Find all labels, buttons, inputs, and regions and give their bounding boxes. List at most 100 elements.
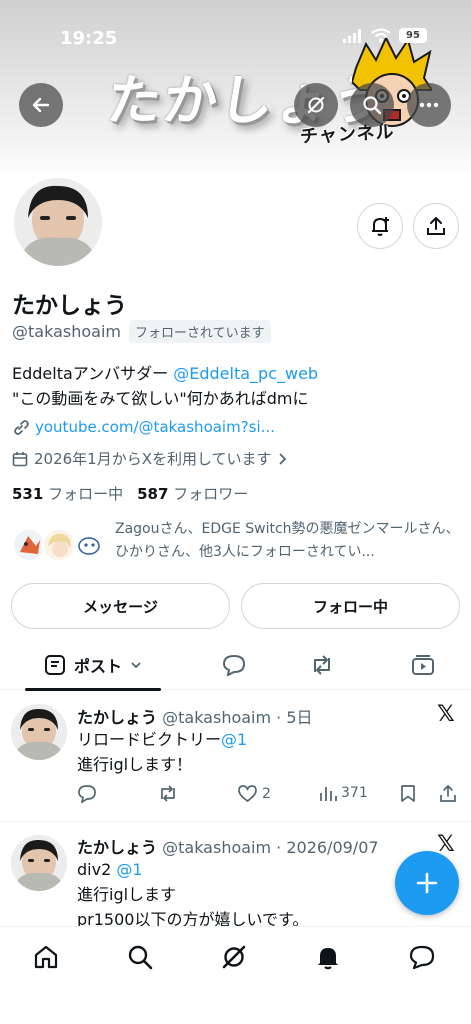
grok-icon [307,96,325,114]
tab-reposts[interactable] [300,640,344,690]
post-mention-link[interactable]: @1 [116,860,142,879]
nav-grok[interactable] [214,941,254,973]
notify-button[interactable] [357,203,403,249]
post-avatar[interactable] [11,704,67,760]
nav-home[interactable] [26,941,66,973]
bio-text: Eddeltaアンバサダー [12,364,174,383]
nav-messages[interactable] [402,941,442,973]
reply-button[interactable] [77,784,97,803]
joined-row[interactable]: 2026年1月からXを利用しています [12,448,288,469]
post-avatar[interactable] [11,835,67,891]
bio-line-2: "この動画をみて欲しい"何かあればdmに [12,389,309,408]
followers-count-link[interactable]: 587 フォロワー [137,483,248,504]
like-icon [238,785,257,803]
back-button[interactable] [19,83,63,127]
repost-button[interactable] [157,784,179,803]
mini-avatar-3 [72,528,106,562]
share-icon [440,785,456,802]
post-mention-link[interactable]: @1 [221,730,247,749]
grok-icon [222,945,246,969]
nav-search[interactable] [120,941,160,973]
post-line: div2 [77,860,117,879]
post-meta: @takashoaim · 2026/09/07 [162,838,379,857]
chevron-right-icon [278,452,286,465]
back-arrow-icon [32,97,50,113]
views-button[interactable]: 371 [319,784,368,802]
post-author-name: たかしょう [77,708,158,727]
handle-row: @takashoaim フォローされています [12,320,271,343]
like-count: 2 [262,785,271,802]
more-button[interactable] [407,83,451,127]
tab-media[interactable] [401,640,445,690]
search-icon [128,945,153,970]
profile-avatar[interactable] [10,174,106,270]
replies-tab-icon [222,654,246,676]
tab-posts[interactable]: ポスト [25,640,161,691]
notification-bell-icon [372,217,389,236]
search-button[interactable] [350,83,394,127]
calendar-icon [12,451,28,466]
website-link[interactable]: youtube.com/@takashoaim?si... [35,418,275,436]
battery-indicator: 95 [399,28,427,43]
following-count: 531 [12,485,44,503]
compose-plus-icon [416,872,438,894]
chevron-down-icon [131,662,141,669]
post-action-bar: 2 371 [77,784,457,806]
repost-icon [161,785,175,802]
more-icon [419,102,439,108]
followers-label: フォロワー [173,485,249,503]
media-tab-icon [412,655,434,675]
post-line: 進行iglします！ [77,755,193,774]
profile-bio: Eddeltaアンバサダー @Eddelta_pc_web "この動画をみて欲し… [12,361,318,411]
wifi-icon [371,28,391,43]
status-bar: 19:25 95 [0,0,471,56]
avatar-photo [14,178,102,266]
signal-icon [343,28,361,43]
x-logo-icon: 𝕏 [437,702,455,727]
repost-tab-icon [314,655,330,675]
user-handle: @takashoaim [12,322,121,341]
following-button[interactable]: フォロー中 [241,583,460,629]
bookmark-button[interactable] [400,784,416,803]
status-icons: 95 [343,28,427,43]
reply-icon [78,785,96,803]
like-button[interactable]: 2 [237,784,271,803]
notifications-icon [318,948,338,970]
display-name: たかしょう [12,293,127,319]
profile-tabs: ポスト [0,640,471,691]
post-share-button[interactable] [439,784,457,803]
view-count: 371 [341,785,368,801]
post-header: たかしょう @takashoaim · 2026/09/07 [77,834,379,858]
message-button[interactable]: メッセージ [11,583,230,629]
post-text: リロードビクトリー@1 進行iglします！ [77,727,247,777]
post-header: たかしょう @takashoaim · 5日 [77,704,313,728]
following-count-link[interactable]: 531 フォロー中 [12,483,123,504]
status-time: 19:25 [60,28,118,49]
post-text: div2 @1 進行iglします pr1500以下の方が嬉しいです。 [77,857,308,932]
tab-replies[interactable] [212,640,256,690]
followed-by-row[interactable]: Zagouさん、EDGE Switch勢の悪魔ゼンマールさん、ひかりさん、他3人… [12,518,462,570]
follows-you-badge: フォローされています [128,320,271,343]
followed-by-text: Zagouさん、EDGE Switch勢の悪魔ゼンマールさん、ひかりさん、他3人… [115,521,460,560]
follow-counts: 531 フォロー中 587 フォロワー [12,483,248,504]
nav-notifications[interactable] [308,941,348,973]
home-icon [34,945,58,969]
joined-date: 2026年1月からXを利用しています [34,450,272,468]
bio-mention-link[interactable]: @Eddelta_pc_web [173,364,318,383]
link-icon [14,419,29,435]
share-button[interactable] [413,203,459,249]
post-line: 進行iglします [77,885,177,904]
views-icon [320,787,337,801]
bookmark-icon [401,785,415,802]
share-icon [427,217,445,235]
grok-button[interactable] [294,83,338,127]
compose-button[interactable] [395,851,459,915]
post-author-name: たかしょう [77,838,158,857]
post-line: リロードビクトリー [77,730,222,749]
followers-count: 587 [137,485,169,503]
bottom-nav [0,926,471,1024]
messages-icon [409,945,435,970]
search-icon [363,96,382,115]
mini-avatar-2 [42,528,76,562]
followed-by-avatars [12,528,108,568]
